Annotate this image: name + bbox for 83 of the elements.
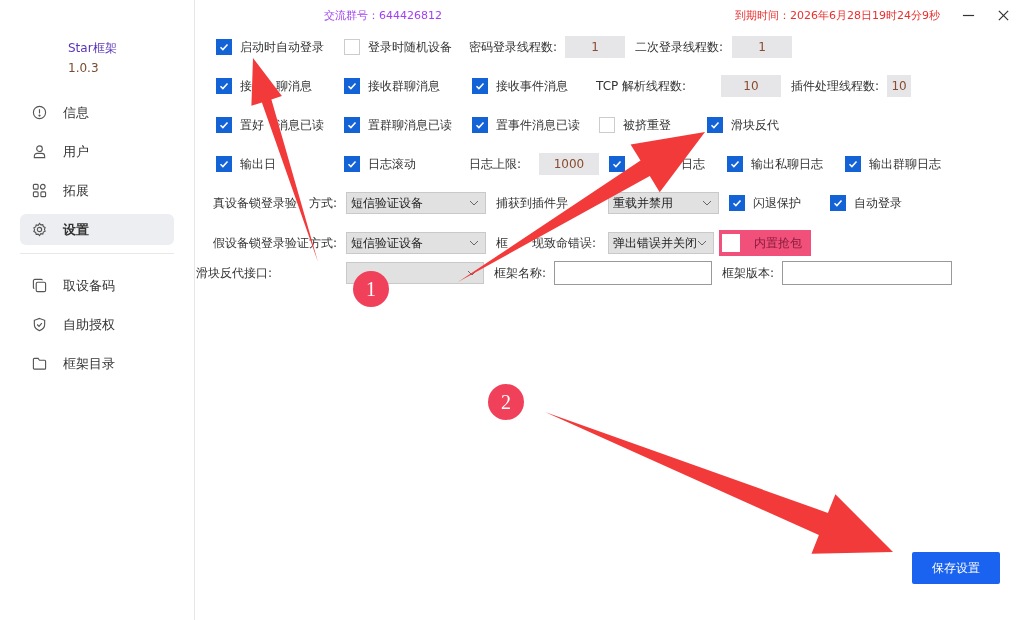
field-label: 框架名称: (494, 264, 547, 282)
dropdown[interactable]: 重载并禁用 (608, 192, 719, 214)
close-icon[interactable] (997, 8, 1010, 22)
checkbox-label: 自动登录 (854, 194, 902, 212)
checkbox-label: 启动时自动登录 (240, 38, 324, 56)
field-label: 框 (496, 234, 508, 252)
shield-icon (32, 317, 47, 332)
number-field[interactable]: 10 (887, 75, 911, 97)
checkbox-label: 内置抢包 (754, 234, 802, 252)
checkbox-label: 滑块反代 (731, 116, 779, 134)
checkbox-label: 接收事件消息 (496, 77, 568, 95)
checkbox-label: 闪退保护 (753, 194, 801, 212)
nav-item[interactable]: 框架目录 (20, 348, 174, 379)
checkbox[interactable] (216, 39, 232, 55)
expiry-time: 到期时间：2026年6月28日19时24分9秒 (735, 7, 940, 23)
checkbox[interactable] (472, 78, 488, 94)
user-icon (32, 144, 47, 159)
field-label: 捕获到插件异 (496, 194, 568, 212)
nav-item[interactable]: 用户 (20, 136, 174, 167)
save-button[interactable]: 保存设置 (912, 552, 1000, 584)
checkbox-label: 聊消息 (276, 77, 312, 95)
dropdown[interactable]: 弹出错误并关闭 (608, 232, 714, 254)
nav-item[interactable]: 拓展 (20, 175, 174, 206)
checkbox-label: 输出私聊日志 (751, 155, 823, 173)
number-field[interactable]: 1 (565, 36, 625, 58)
checkbox[interactable] (727, 156, 743, 172)
checkbox[interactable] (216, 156, 232, 172)
number-field[interactable]: 1 (732, 36, 792, 58)
checkbox[interactable] (845, 156, 861, 172)
step-badge: 2 (488, 384, 524, 420)
group-number: 交流群号：644426812 (324, 7, 442, 23)
text-field[interactable] (554, 261, 712, 285)
nav-item[interactable]: 取设备码 (20, 270, 174, 301)
checkbox-label: 日志 (681, 155, 705, 173)
checkbox-label: 日志滚动 (368, 155, 416, 173)
field-label: 插件处理线程数: (791, 77, 880, 95)
nav-item[interactable]: 信息 (20, 97, 174, 128)
checkbox[interactable] (729, 195, 745, 211)
checkbox[interactable] (472, 117, 488, 133)
app-version: 1.0.3 (68, 61, 100, 75)
checkbox[interactable] (609, 156, 625, 172)
checkbox[interactable] (830, 195, 846, 211)
caret-icon (702, 200, 712, 206)
field-label: 方式: (309, 194, 338, 212)
number-field[interactable]: 1000 (539, 153, 599, 175)
caret-icon (697, 240, 707, 246)
checkbox[interactable] (344, 156, 360, 172)
checkbox[interactable] (344, 78, 360, 94)
folder-icon (32, 356, 47, 371)
dropdown[interactable]: 短信验证设备 (346, 192, 486, 214)
info-icon (32, 105, 47, 120)
field-label: 框架版本: (722, 264, 775, 282)
checkbox-label: 置好 (240, 116, 264, 134)
nav-item[interactable]: 自助授权 (20, 309, 174, 340)
caret-icon (469, 240, 479, 246)
checkbox-label: 登录时随机设备 (368, 38, 452, 56)
copy-icon (32, 278, 47, 293)
checkbox-label: 被挤重登 (623, 116, 671, 134)
field-label: 真设备锁登录验 (213, 194, 297, 212)
checkbox-label: 接收群聊消息 (368, 77, 440, 95)
field-label: TCP 解析线程数: (596, 77, 687, 95)
checkbox-label: 输出日 (240, 155, 276, 173)
checkbox-label: 置群聊消息已读 (368, 116, 452, 134)
dropdown[interactable]: 短信验证设备 (346, 232, 486, 254)
field-label: 滑块反代接口: (196, 264, 274, 282)
settings-icon (32, 222, 47, 237)
checkbox-label: 输出群聊日志 (869, 155, 941, 173)
caret-icon (469, 200, 479, 206)
grid-icon (32, 183, 47, 198)
field-label: 密码登录线程数: (469, 38, 558, 56)
step-badge: 1 (353, 271, 389, 307)
text-field[interactable] (782, 261, 952, 285)
checkbox[interactable] (344, 117, 360, 133)
checkbox[interactable] (707, 117, 723, 133)
checkbox-label: 置事件消息已读 (496, 116, 580, 134)
checkbox-label: 接 (240, 77, 252, 95)
field-label: 二次登录线程数: (635, 38, 724, 56)
number-field[interactable]: 10 (721, 75, 781, 97)
field-label: 日志上限: (469, 155, 522, 173)
checkbox[interactable] (216, 78, 232, 94)
checkbox[interactable] (216, 117, 232, 133)
app-title: Star框架 (68, 40, 118, 57)
nav-item[interactable]: 设置 (20, 214, 174, 245)
